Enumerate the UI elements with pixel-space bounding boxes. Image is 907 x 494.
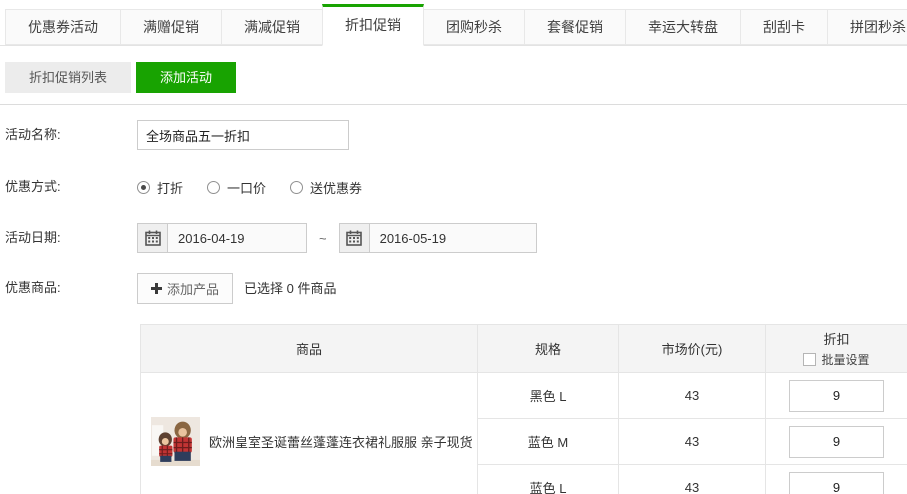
- discount-list-button[interactable]: 折扣促销列表: [5, 62, 131, 93]
- product-title: 欧洲皇室圣诞蕾丝蓬蓬连衣裙礼服服 亲子现货: [209, 432, 473, 451]
- start-date-group: [137, 223, 307, 253]
- date-range: ~: [137, 223, 537, 253]
- promo-products-label: 优惠商品:: [5, 273, 137, 303]
- spec-cell: 黑色 L: [478, 373, 619, 419]
- top-tab-bar: 优惠券活动 满赠促销 满减促销 折扣促销 团购秒杀 套餐促销 幸运大转盘 刮刮卡…: [0, 0, 907, 46]
- discount-cell: [766, 419, 907, 465]
- tab-scratch-card[interactable]: 刮刮卡: [740, 9, 828, 45]
- activity-name-label: 活动名称:: [5, 120, 137, 150]
- batch-set-label: 批量设置: [821, 351, 869, 368]
- product-cell: 欧洲皇室圣诞蕾丝蓬蓬连衣裙礼服服 亲子现货: [141, 373, 478, 494]
- spec-cell: 蓝色 M: [478, 419, 619, 465]
- radio-unchecked-icon[interactable]: [290, 181, 303, 194]
- discount-cell: [766, 465, 907, 494]
- col-header-product: 商品: [141, 325, 478, 373]
- end-date-group: [339, 223, 537, 253]
- batch-set-control[interactable]: 批量设置: [803, 351, 869, 368]
- selected-count-text: 已选择 0 件商品: [244, 273, 336, 304]
- discount-input[interactable]: [789, 380, 884, 412]
- section-divider: [0, 104, 907, 105]
- radio-checked-icon[interactable]: [137, 181, 150, 194]
- radio-label: 一口价: [227, 178, 266, 197]
- table-row: 欧洲皇室圣诞蕾丝蓬蓬连衣裙礼服服 亲子现货 黑色 L 43: [141, 373, 907, 419]
- end-date-input[interactable]: [370, 224, 536, 252]
- batch-set-checkbox[interactable]: [803, 353, 816, 366]
- tab-coupon-activity[interactable]: 优惠券活动: [5, 9, 121, 45]
- calendar-icon[interactable]: [340, 224, 370, 252]
- add-activity-button[interactable]: 添加活动: [136, 62, 236, 93]
- add-product-button-label: 添加产品: [167, 279, 219, 298]
- tab-pin-group-seckill[interactable]: 拼团秒杀: [827, 9, 907, 45]
- product-thumbnail-image: [151, 417, 200, 466]
- tab-group-seckill[interactable]: 团购秒杀: [423, 9, 525, 45]
- radio-option-yikoujia[interactable]: 一口价: [207, 178, 266, 197]
- col-header-price: 市场价(元): [619, 325, 766, 373]
- discount-cell: [766, 373, 907, 419]
- discount-method-options: 打折 一口价 送优惠券: [137, 172, 362, 202]
- tab-full-gift-promo[interactable]: 满赠促销: [120, 9, 222, 45]
- radio-option-dazhe[interactable]: 打折: [137, 178, 183, 197]
- calendar-icon[interactable]: [138, 224, 168, 252]
- table-header-row: 商品 规格 市场价(元) 折扣 批量设置: [141, 325, 907, 373]
- tab-discount-promo[interactable]: 折扣促销: [322, 4, 424, 46]
- tab-package-promo[interactable]: 套餐促销: [524, 9, 626, 45]
- spec-cell: 蓝色 L: [478, 465, 619, 494]
- activity-form: 活动名称: 优惠方式: 打折 一口价 送优惠券 活动日期: [0, 120, 907, 304]
- sub-nav: 折扣促销列表 添加活动: [5, 62, 907, 93]
- activity-date-label: 活动日期:: [5, 223, 137, 253]
- radio-unchecked-icon[interactable]: [207, 181, 220, 194]
- start-date-input[interactable]: [168, 224, 306, 252]
- date-range-separator: ~: [319, 231, 327, 246]
- activity-name-input[interactable]: [137, 120, 349, 150]
- radio-option-songyouhuiquan[interactable]: 送优惠券: [290, 178, 362, 197]
- price-cell: 43: [619, 419, 766, 465]
- discount-input[interactable]: [789, 472, 884, 494]
- add-product-button[interactable]: 添加产品: [137, 273, 233, 304]
- price-cell: 43: [619, 465, 766, 494]
- price-cell: 43: [619, 373, 766, 419]
- col-header-spec: 规格: [478, 325, 619, 373]
- col-header-discount: 折扣 批量设置: [766, 325, 907, 373]
- discount-input[interactable]: [789, 426, 884, 458]
- product-discount-table: 商品 规格 市场价(元) 折扣 批量设置: [140, 324, 907, 494]
- discount-header-label: 折扣: [823, 329, 849, 348]
- tab-lucky-wheel[interactable]: 幸运大转盘: [625, 9, 741, 45]
- radio-label: 送优惠券: [310, 178, 362, 197]
- tab-full-reduction-promo[interactable]: 满减促销: [221, 9, 323, 45]
- plus-icon: [151, 283, 162, 294]
- promotion-admin-page: 优惠券活动 满赠促销 满减促销 折扣促销 团购秒杀 套餐促销 幸运大转盘 刮刮卡…: [0, 0, 907, 494]
- discount-method-label: 优惠方式:: [5, 172, 137, 202]
- radio-label: 打折: [157, 178, 183, 197]
